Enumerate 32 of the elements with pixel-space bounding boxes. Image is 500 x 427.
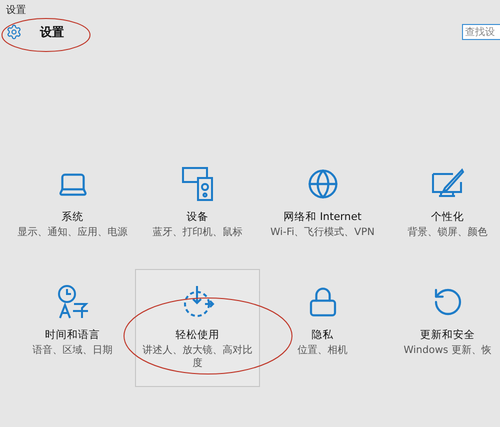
tile-title: 系统: [62, 210, 84, 224]
settings-tile[interactable]: 轻松使用 讲述人、放大镜、高对比度: [135, 269, 260, 387]
window-title: 设置: [5, 4, 27, 17]
settings-tile[interactable]: 网络和 Internet Wi-Fi、飞行模式、VPN: [260, 151, 385, 269]
tile-description: 位置、相机: [296, 344, 348, 357]
clock-language-icon: [56, 284, 90, 320]
tile-description: 显示、通知、应用、电源: [16, 226, 128, 239]
tile-description: Wi-Fi、飞行模式、VPN: [269, 226, 376, 239]
settings-tile[interactable]: 时间和语言 语音、区域、日期: [10, 269, 135, 387]
page-title: 设置: [40, 24, 64, 40]
tile-description: 背景、锁屏、颜色: [406, 226, 488, 239]
tile-title: 隐私: [312, 328, 334, 342]
settings-tile[interactable]: 隐私 位置、相机: [260, 269, 385, 387]
tile-title: 轻松使用: [176, 328, 220, 342]
tile-description: 讲述人、放大镜、高对比度: [142, 344, 254, 370]
tile-title: 时间和语言: [45, 328, 100, 342]
tile-title: 设备: [186, 210, 208, 224]
globe-icon: [306, 168, 338, 200]
tile-title: 个性化: [431, 210, 464, 224]
tile-description: Windows 更新、恢: [402, 344, 492, 357]
settings-tile[interactable]: 更新和安全 Windows 更新、恢: [385, 269, 500, 387]
tile-title: 更新和安全: [420, 328, 475, 342]
search-field[interactable]: 查找设: [462, 24, 500, 40]
settings-icon: [6, 24, 22, 40]
keyboard-speaker-icon: [180, 166, 214, 202]
tile-description: 蓝牙、打印机、鼠标: [152, 226, 244, 239]
tile-description: 语音、区域、日期: [32, 344, 114, 357]
settings-tile[interactable]: 系统 显示、通知、应用、电源: [10, 151, 135, 269]
tile-title: 网络和 Internet: [283, 210, 362, 224]
settings-tile[interactable]: 设备 蓝牙、打印机、鼠标: [135, 151, 260, 269]
settings-tile[interactable]: 个性化 背景、锁屏、颜色: [385, 151, 500, 269]
monitor-brush-icon: [430, 168, 464, 200]
